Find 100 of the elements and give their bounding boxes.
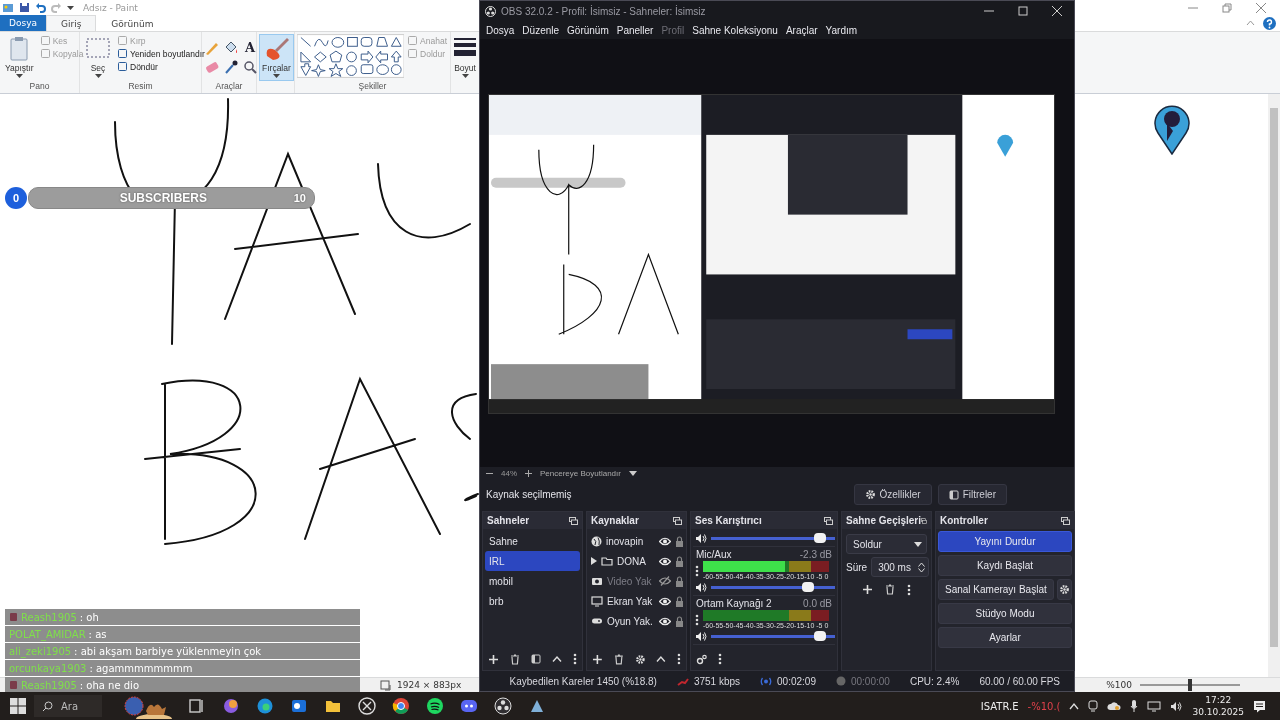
notifications-icon[interactable]	[1253, 699, 1266, 713]
search-field[interactable]: Ara	[34, 695, 102, 717]
app-icon[interactable]	[358, 697, 376, 715]
menu-item[interactable]: Paneller	[612, 24, 658, 36]
chevron-up-icon[interactable]	[1069, 702, 1080, 710]
mixer-settings-icon[interactable]	[696, 653, 707, 665]
more-icon[interactable]	[573, 653, 577, 665]
help-icon[interactable]	[1263, 16, 1276, 30]
ribbon-tab[interactable]: Giriş	[45, 15, 97, 31]
ribbon-button[interactable]: Fırçalar	[259, 34, 294, 81]
menu-item[interactable]: Yardım	[821, 24, 862, 36]
toolbar-button[interactable]: Filtreler	[937, 484, 1007, 505]
menu-item[interactable]: Görünüm	[563, 24, 613, 36]
menu-item[interactable]: Dosya	[482, 24, 519, 36]
control-button[interactable]: Sanal Kamerayı Başlat	[938, 579, 1054, 600]
lock-icon[interactable]	[675, 575, 684, 587]
app-icon[interactable]	[426, 697, 444, 715]
more-icon[interactable]	[695, 565, 699, 577]
scene-item[interactable]: Sahne	[485, 531, 580, 551]
lock-icon[interactable]	[675, 535, 684, 547]
menu-item[interactable]: Araçlar	[781, 24, 822, 36]
menu-item[interactable]: Sahne Koleksiyonu	[688, 24, 782, 36]
undo-icon[interactable]	[35, 2, 46, 13]
scene-item[interactable]: IRL	[485, 551, 580, 571]
minus-icon[interactable]	[486, 470, 493, 477]
filter-icon[interactable]	[531, 654, 541, 664]
source-name[interactable]: DONA	[617, 555, 655, 567]
trash-icon[interactable]	[885, 584, 895, 595]
toolbar-button[interactable]: Özellikler	[853, 484, 932, 505]
text-tool-icon[interactable]: A	[242, 40, 258, 56]
slider-thumb[interactable]	[814, 533, 827, 543]
maximize-icon[interactable]	[1018, 6, 1028, 16]
cloud-icon[interactable]	[1107, 701, 1122, 711]
clock-time[interactable]: 17:22	[1205, 694, 1232, 706]
caret-icon[interactable]	[67, 4, 74, 11]
volume-icon[interactable]	[1170, 700, 1184, 712]
scrollbar-thumb[interactable]	[1270, 108, 1278, 647]
scene-item[interactable]: mobil	[485, 571, 580, 591]
trash-icon[interactable]	[613, 653, 624, 665]
lock-icon[interactable]	[675, 595, 684, 607]
plus-icon[interactable]	[525, 470, 532, 477]
gear-icon[interactable]	[864, 489, 876, 500]
undock-icon[interactable]	[1061, 516, 1070, 525]
menu-item[interactable]: Düzenle	[518, 24, 564, 36]
chevron-up-icon[interactable]	[656, 655, 667, 663]
close-icon[interactable]	[1052, 6, 1062, 16]
slider-thumb[interactable]	[801, 582, 814, 592]
undock-icon[interactable]	[569, 516, 578, 525]
lock-icon[interactable]	[675, 555, 684, 567]
ribbon-tab[interactable]: Görünüm	[96, 15, 169, 31]
caret-icon[interactable]	[628, 471, 637, 476]
clock-date[interactable]: 30.10.2025	[1192, 706, 1244, 718]
more-icon[interactable]	[677, 653, 681, 665]
duration-field[interactable]: 300 ms	[871, 557, 929, 577]
more-icon[interactable]	[695, 614, 699, 626]
transition-dropdown[interactable]: Soldur	[846, 534, 927, 554]
undock-icon[interactable]	[824, 516, 833, 525]
app-icon[interactable]	[494, 697, 512, 715]
app-icon[interactable]	[392, 697, 410, 715]
fill-bucket-icon[interactable]	[223, 40, 239, 56]
widget-drawing[interactable]	[122, 693, 172, 719]
undock-icon[interactable]	[921, 516, 927, 525]
start-icon[interactable]	[10, 698, 26, 714]
save-icon[interactable]	[19, 2, 30, 13]
control-button[interactable]: Yayını Durdur	[938, 531, 1072, 552]
chevron-down-icon[interactable]	[918, 567, 925, 573]
eye-icon[interactable]	[659, 616, 671, 626]
file-tab[interactable]: Dosya	[0, 15, 46, 31]
speaker-icon[interactable]	[695, 533, 707, 544]
task-view-icon[interactable]	[188, 697, 206, 715]
source-name[interactable]: Ekran Yak	[607, 595, 655, 607]
gear-icon[interactable]	[1058, 584, 1070, 595]
ribbon-button[interactable]: Yapıştır	[2, 34, 37, 81]
app-icon[interactable]	[222, 697, 240, 715]
control-button[interactable]: Stüdyo Modu	[938, 603, 1072, 624]
source-name[interactable]: inovapin	[606, 535, 655, 547]
eye-icon[interactable]	[659, 556, 671, 566]
eye-icon[interactable]	[659, 596, 671, 606]
app-icon[interactable]	[290, 697, 308, 715]
speaker-icon[interactable]	[695, 582, 707, 593]
app-icon[interactable]	[256, 697, 274, 715]
control-button[interactable]: Ayarlar	[938, 627, 1072, 648]
expand-icon[interactable]	[591, 557, 597, 565]
source-name[interactable]: Video Yak	[607, 575, 655, 587]
more-icon[interactable]	[907, 584, 911, 596]
app-icon[interactable]	[460, 697, 478, 715]
ribbon-button[interactable]: Yeniden boyutlandır	[116, 47, 206, 60]
eye-slash-icon[interactable]	[659, 576, 671, 586]
lock-icon[interactable]	[675, 615, 684, 627]
microphone-icon[interactable]	[1130, 700, 1139, 712]
network-icon[interactable]	[1147, 700, 1162, 712]
zoom-mode-dropdown[interactable]: Pencereye Boyutlandır	[540, 469, 621, 478]
scene-item[interactable]: brb	[485, 591, 580, 611]
gear-icon[interactable]	[634, 653, 646, 665]
settings-button[interactable]	[1056, 579, 1072, 600]
undock-icon[interactable]	[673, 516, 682, 525]
color-picker-icon[interactable]	[223, 59, 239, 75]
chevron-up-icon[interactable]	[552, 655, 562, 663]
eye-icon[interactable]	[659, 536, 671, 546]
ribbon-button[interactable]: Döndür	[116, 60, 206, 73]
